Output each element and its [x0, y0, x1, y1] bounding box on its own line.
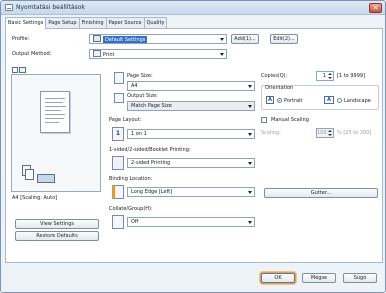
- ok-button[interactable]: OK: [261, 273, 295, 283]
- spin-down-icon[interactable]: [328, 77, 332, 79]
- preview-paper: [40, 91, 70, 133]
- profile-value: Default Settings: [103, 36, 148, 43]
- scaling-value: 100: [317, 130, 327, 136]
- chevron-down-icon: [248, 191, 252, 194]
- duplex-select[interactable]: 2-sided Printing: [127, 158, 255, 168]
- view-settings-button[interactable]: View Settings: [15, 219, 99, 229]
- manual-scaling-label: Manual Scaling: [271, 117, 309, 123]
- chevron-down-icon: [220, 38, 224, 41]
- help-button[interactable]: Súgó: [343, 273, 377, 283]
- portrait-radio[interactable]: [277, 98, 282, 103]
- scaling-spinner[interactable]: 100: [316, 128, 334, 138]
- collate-value: Off: [131, 219, 139, 225]
- manual-scaling-checkbox[interactable]: [261, 117, 267, 123]
- page-layout-select[interactable]: 1 on 1: [127, 129, 255, 139]
- restore-defaults-button[interactable]: Restore Defaults: [15, 231, 99, 241]
- duplex-printing-icon: [112, 156, 124, 170]
- chevron-down-icon: [248, 133, 252, 136]
- dialog-footer: OK Mégse Súgó: [1, 265, 385, 292]
- output-size-label: Output Size:: [127, 93, 158, 99]
- spin-down-icon[interactable]: [328, 134, 332, 136]
- duplex-label: 1-sided/2-sided/Booklet Printing:: [109, 147, 191, 153]
- tab-page-setup[interactable]: Page Setup: [45, 17, 80, 28]
- collate-label: Collate/Group(H):: [109, 206, 153, 212]
- copies-spinner[interactable]: 1: [316, 71, 334, 81]
- output-method-label: Output Method:: [12, 51, 52, 57]
- page-layout-label: Page Layout:: [109, 117, 142, 123]
- output-size-icon: [114, 93, 124, 103]
- chevron-down-icon: [220, 53, 224, 56]
- profile-edit-button[interactable]: Edit(2)...: [270, 34, 298, 44]
- tab-finishing[interactable]: Finishing: [78, 17, 107, 28]
- preview-layout-icon[interactable]: [12, 67, 18, 73]
- cancel-button[interactable]: Mégse: [302, 273, 336, 283]
- duplex-icon: [37, 174, 55, 183]
- portrait-label: Portrait: [284, 98, 303, 104]
- chevron-down-icon: [248, 105, 252, 108]
- window-title: Nyomtatási beállítások: [16, 4, 85, 11]
- chevron-down-icon: [248, 85, 252, 88]
- page-size-icon: [114, 72, 124, 84]
- output-method-select[interactable]: Print: [89, 49, 227, 59]
- preview-status: A4 [Scaling: Auto]: [12, 195, 58, 201]
- profile-icon: [93, 35, 101, 42]
- binding-location-label: Binding Location:: [109, 176, 153, 182]
- tab-basic-settings[interactable]: Basic Settings: [5, 17, 47, 29]
- binding-location-icon: [112, 185, 124, 199]
- chevron-down-icon: [248, 221, 252, 224]
- page-layout-icon: 1: [112, 127, 124, 141]
- preview-printer-icon[interactable]: [19, 67, 26, 73]
- binding-location-value: Long Edge [Left]: [131, 189, 173, 195]
- title-bar: Nyomtatási beállítások ✕: [1, 1, 385, 15]
- basic-settings-panel: Profile: Default Settings Add(1)... Edit…: [5, 28, 383, 263]
- page-size-select[interactable]: A4: [127, 81, 255, 91]
- page-size-value: A4: [131, 83, 138, 89]
- output-size-select[interactable]: Match Page Size: [127, 101, 255, 111]
- tab-paper-source[interactable]: Paper Source: [105, 17, 145, 28]
- scaling-range: % [25 to 200]: [337, 130, 372, 136]
- page-layout-value: 1 on 1: [131, 131, 147, 137]
- print-settings-window: Nyomtatási beállítások ✕ Basic Settings …: [0, 0, 386, 293]
- printer-icon: [5, 4, 13, 11]
- spin-up-icon[interactable]: [328, 73, 332, 75]
- tab-quality[interactable]: Quality: [143, 17, 168, 28]
- copies-label: Copies(Q):: [261, 73, 288, 79]
- profile-label: Profile:: [12, 36, 30, 42]
- landscape-label: Landscape: [344, 98, 371, 104]
- profile-select[interactable]: Default Settings: [89, 34, 227, 44]
- tab-bar: Basic Settings Page Setup Finishing Pape…: [5, 17, 168, 29]
- close-button[interactable]: ✕: [369, 3, 382, 13]
- copies-value: 1: [322, 73, 326, 79]
- collate-select[interactable]: Off: [127, 217, 255, 227]
- landscape-icon: A: [324, 96, 334, 104]
- profile-add-button[interactable]: Add(1)...: [231, 34, 259, 44]
- landscape-radio[interactable]: [337, 98, 342, 103]
- collate-icon: [112, 215, 124, 229]
- copies-range: [1 to 9999]: [337, 73, 366, 79]
- page-size-label: Page Size:: [127, 73, 153, 79]
- binding-location-select[interactable]: Long Edge [Left]: [127, 187, 255, 197]
- printer-icon: [93, 50, 101, 57]
- chevron-down-icon: [248, 162, 252, 165]
- portrait-icon: A: [266, 96, 274, 104]
- orientation-label: Orientation: [265, 85, 294, 91]
- output-size-value: Match Page Size: [131, 103, 172, 109]
- output-method-value: Print: [103, 52, 115, 58]
- duplex-value: 2-sided Printing: [131, 160, 171, 166]
- spin-up-icon[interactable]: [328, 130, 332, 132]
- gutter-button[interactable]: Gutter...: [264, 188, 378, 198]
- scaling-label: Scaling:: [261, 130, 281, 136]
- copies-stack-front-icon: [25, 169, 34, 180]
- page-preview: [11, 74, 101, 192]
